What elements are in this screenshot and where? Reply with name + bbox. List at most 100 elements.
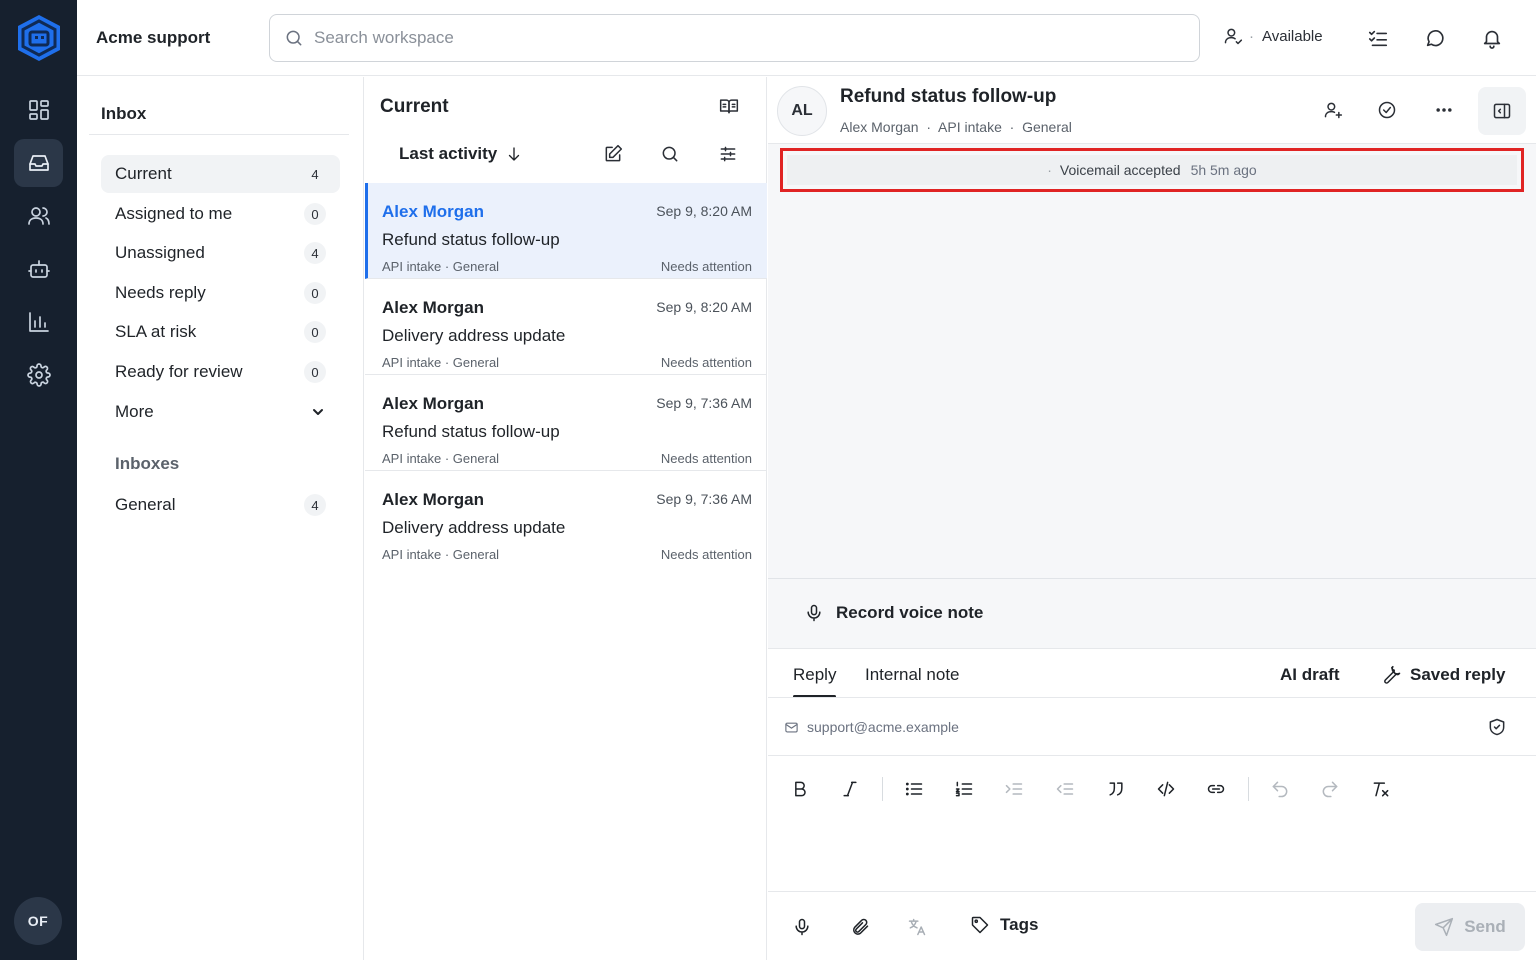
channel-meta: API intake · General bbox=[382, 259, 500, 274]
tab-reply[interactable]: Reply bbox=[793, 665, 837, 698]
compose-icon[interactable] bbox=[600, 141, 626, 167]
nav-count: 0 bbox=[304, 361, 326, 383]
contacts-icon[interactable] bbox=[14, 192, 63, 240]
nav-item-assigned-to-me[interactable]: Assigned to me 0 bbox=[101, 195, 340, 233]
status-label: Needs attention bbox=[660, 451, 752, 466]
sort-label: Last activity bbox=[399, 144, 498, 163]
conversation-item[interactable]: Alex Morgan Sep 9, 7:36 AM Refund status… bbox=[365, 375, 767, 471]
arrow-down-icon bbox=[509, 147, 520, 161]
quote-icon[interactable] bbox=[1103, 776, 1129, 802]
presence-label: Available bbox=[1262, 27, 1323, 45]
inbox-icon[interactable] bbox=[14, 139, 63, 187]
search-icon[interactable] bbox=[657, 141, 683, 167]
code-icon[interactable] bbox=[1153, 776, 1179, 802]
user-status-icon bbox=[1224, 28, 1243, 45]
saved-reply-button[interactable]: Saved reply bbox=[1382, 665, 1505, 685]
nav-count: 4 bbox=[311, 166, 319, 182]
bold-icon[interactable] bbox=[787, 776, 813, 802]
settings-icon[interactable] bbox=[14, 351, 63, 399]
conversation-item[interactable]: Alex Morgan Sep 9, 7:36 AM Delivery addr… bbox=[365, 471, 767, 567]
timestamp: Sep 9, 8:20 AM bbox=[656, 299, 752, 315]
tags-label: Tags bbox=[1000, 915, 1039, 934]
tab-internal-note[interactable]: Internal note bbox=[865, 665, 960, 685]
conversation-header: AL Refund status follow-up Alex Morgan ·… bbox=[768, 77, 1536, 143]
bell-icon[interactable] bbox=[1478, 24, 1506, 52]
nav-label: More bbox=[115, 402, 154, 421]
undo-icon[interactable] bbox=[1267, 776, 1293, 802]
timestamp: Sep 9, 8:20 AM bbox=[656, 203, 752, 219]
search-box[interactable] bbox=[269, 14, 1200, 62]
nav-label: Ready for review bbox=[115, 362, 243, 381]
nav-count: 0 bbox=[304, 282, 326, 304]
link-icon[interactable] bbox=[1203, 776, 1229, 802]
reports-icon[interactable] bbox=[14, 298, 63, 346]
channel-meta: API intake · General bbox=[382, 355, 500, 370]
contact-avatar[interactable]: AL bbox=[777, 86, 827, 136]
mail-icon bbox=[785, 722, 798, 732]
divider bbox=[89, 134, 349, 135]
sort-button[interactable]: Last activity bbox=[399, 144, 523, 164]
timestamp: Sep 9, 7:36 AM bbox=[656, 491, 752, 507]
resolve-check-icon[interactable] bbox=[1373, 96, 1401, 124]
conversation-item[interactable]: Alex Morgan Sep 9, 8:20 AM Delivery addr… bbox=[365, 279, 767, 375]
send-button[interactable]: Send bbox=[1415, 903, 1525, 951]
ai-draft-button[interactable]: AI draft bbox=[1280, 665, 1340, 685]
clear-formatting-icon[interactable] bbox=[1368, 776, 1394, 802]
conversation-item[interactable]: Alex Morgan Sep 9, 8:20 AM Refund status… bbox=[365, 183, 767, 279]
tag-icon bbox=[971, 916, 989, 934]
wrench-icon bbox=[1384, 665, 1401, 684]
toggle-sidebar-icon[interactable] bbox=[1478, 87, 1526, 135]
nav-item-more[interactable]: More bbox=[101, 393, 340, 431]
from-email: support@acme.example bbox=[807, 719, 959, 735]
nav-item-needs-reply[interactable]: Needs reply 0 bbox=[101, 274, 340, 312]
redo-icon[interactable] bbox=[1317, 776, 1343, 802]
ai-draft-label: AI draft bbox=[1280, 665, 1340, 684]
shield-check-icon[interactable] bbox=[1483, 713, 1511, 741]
nav-item-general[interactable]: General 4 bbox=[101, 486, 340, 524]
indent-icon[interactable] bbox=[1001, 776, 1027, 802]
bullet-list-icon[interactable] bbox=[901, 776, 927, 802]
search-input[interactable] bbox=[314, 28, 1174, 48]
nav-item-current[interactable]: Current 4 bbox=[101, 155, 340, 193]
activity-event: · Voicemail accepted 5h 5m ago bbox=[780, 148, 1524, 192]
nav-label: SLA at risk bbox=[115, 322, 197, 341]
org-name: Acme support bbox=[96, 28, 211, 47]
chat-icon[interactable] bbox=[1421, 24, 1449, 52]
send-label: Send bbox=[1464, 917, 1506, 936]
subject: Delivery address update bbox=[382, 518, 566, 537]
tasks-icon[interactable] bbox=[1364, 24, 1392, 52]
nav-label: Assigned to me bbox=[115, 204, 233, 223]
message-timeline: · Voicemail accepted 5h 5m ago bbox=[768, 143, 1536, 578]
italic-icon[interactable] bbox=[837, 776, 863, 802]
subject: Delivery address update bbox=[382, 326, 566, 345]
numbered-list-icon[interactable] bbox=[951, 776, 977, 802]
from-address[interactable]: support@acme.example bbox=[784, 719, 959, 735]
outdent-icon[interactable] bbox=[1052, 776, 1078, 802]
filter-icon[interactable] bbox=[715, 141, 741, 167]
presence-status[interactable]: · Available bbox=[1223, 26, 1323, 46]
subject: Refund status follow-up bbox=[382, 230, 560, 249]
nav-item-sla-at-risk[interactable]: SLA at risk 0 bbox=[101, 313, 340, 351]
app-logo[interactable] bbox=[16, 14, 62, 62]
event-bullet: · bbox=[1047, 162, 1052, 178]
attachment-icon[interactable] bbox=[846, 913, 874, 941]
user-avatar[interactable]: OF bbox=[14, 897, 62, 945]
microphone-icon[interactable] bbox=[788, 913, 816, 941]
assign-user-icon[interactable] bbox=[1319, 96, 1347, 124]
translate-icon[interactable] bbox=[903, 913, 931, 941]
nav-count: 0 bbox=[304, 203, 326, 225]
record-voice-note-button[interactable]: Record voice note bbox=[804, 603, 983, 623]
contact-name: Alex Morgan bbox=[382, 202, 485, 221]
inbox-title: Inbox bbox=[101, 104, 147, 123]
event-text: Voicemail accepted bbox=[1059, 162, 1181, 178]
nav-item-ready-for-review[interactable]: Ready for review 0 bbox=[101, 353, 340, 391]
bot-icon[interactable] bbox=[14, 245, 63, 293]
nav-label: Unassigned bbox=[115, 243, 205, 262]
dashboard-icon[interactable] bbox=[14, 86, 63, 134]
voice-note-label: Record voice note bbox=[836, 603, 984, 622]
more-options-icon[interactable] bbox=[1430, 96, 1458, 124]
tags-button[interactable]: Tags bbox=[970, 915, 1038, 935]
app-rail: OF bbox=[0, 0, 77, 960]
book-icon[interactable] bbox=[716, 93, 742, 119]
nav-item-unassigned[interactable]: Unassigned 4 bbox=[101, 234, 340, 272]
